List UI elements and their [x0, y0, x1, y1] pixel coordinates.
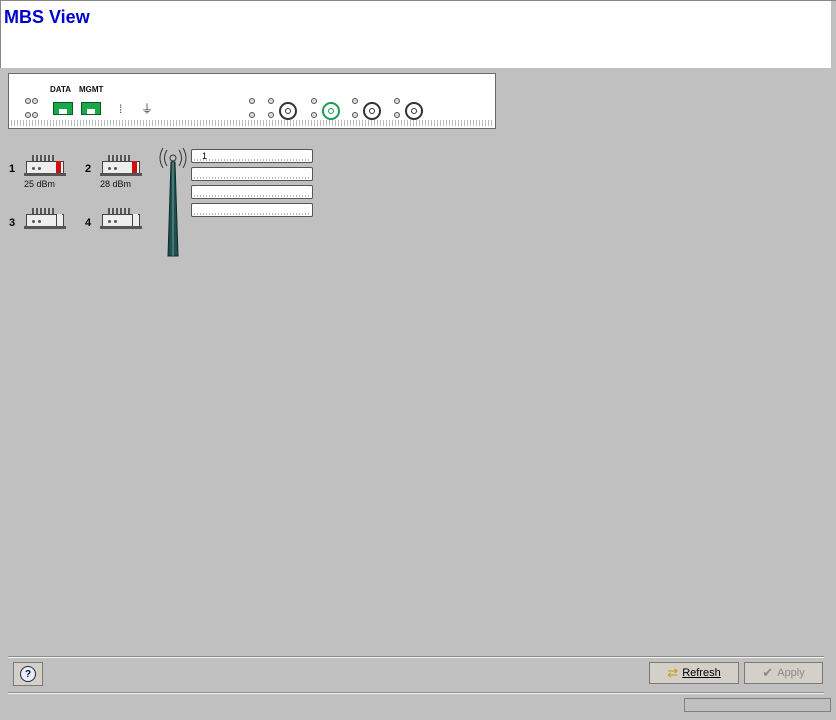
- apply-label: Apply: [777, 667, 805, 679]
- status-separator: [8, 692, 824, 694]
- rf-port-2-icon[interactable]: [322, 102, 340, 120]
- header: MBS View: [0, 0, 836, 69]
- question-icon: ?: [20, 666, 36, 682]
- rf-port-4-icon[interactable]: [405, 102, 423, 120]
- antenna-field-3[interactable]: [191, 185, 313, 199]
- radio-2-icon[interactable]: [100, 155, 142, 177]
- radio-3-number: 3: [9, 217, 16, 229]
- page-title: MBS View: [4, 7, 90, 27]
- radio-2-power: 28 dBm: [100, 179, 132, 189]
- radio-1-power: 25 dBm: [24, 179, 56, 189]
- radio-1-icon[interactable]: [24, 155, 66, 177]
- refresh-button[interactable]: ⇄ Refresh: [649, 662, 739, 684]
- status-bar: [684, 698, 831, 712]
- refresh-icon: ⇄: [667, 665, 679, 680]
- data-port-icon[interactable]: [53, 102, 73, 115]
- refresh-label: Refresh: [682, 667, 721, 679]
- radio-2-number: 2: [85, 163, 92, 175]
- footer-separator: [8, 656, 824, 658]
- check-icon: ✔: [762, 665, 774, 680]
- radio-3-icon[interactable]: [24, 208, 66, 230]
- antenna-field-1[interactable]: 1: [191, 149, 313, 163]
- rf-port-3-icon[interactable]: [363, 102, 381, 120]
- rf-port-1-icon[interactable]: [279, 102, 297, 120]
- reset-icon: ⁞: [119, 102, 123, 116]
- data-port-label: DATA: [50, 85, 72, 94]
- help-button[interactable]: ?: [13, 662, 43, 686]
- radio-4-icon[interactable]: [100, 208, 142, 230]
- apply-button[interactable]: ✔ Apply: [744, 662, 823, 684]
- chassis-panel: DATA MGMT ⁞ ⏚: [8, 73, 496, 129]
- radio-4-number: 4: [85, 217, 92, 229]
- ground-icon: ⏚: [141, 102, 154, 116]
- mgmt-port-icon[interactable]: [81, 102, 101, 115]
- antenna-field-2[interactable]: [191, 167, 313, 181]
- antenna-icon[interactable]: [158, 146, 188, 258]
- mgmt-port-label: MGMT: [79, 85, 104, 94]
- antenna-field-4[interactable]: [191, 203, 313, 217]
- radio-1-number: 1: [9, 163, 16, 175]
